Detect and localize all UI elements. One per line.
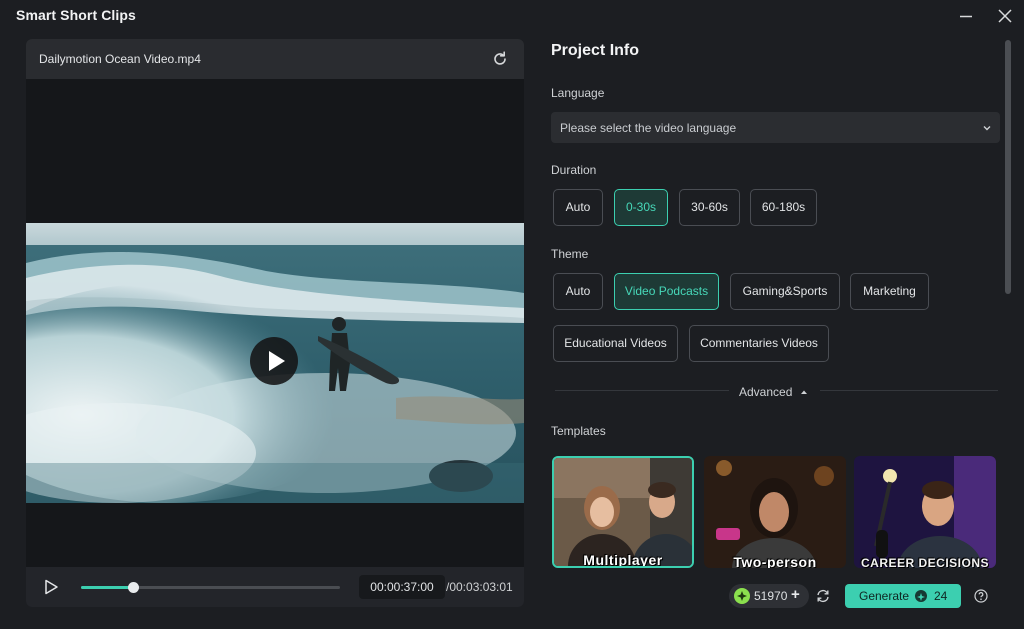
caret-up-icon[interactable] (800, 389, 808, 395)
language-select[interactable]: Please select the video language (551, 112, 1000, 143)
template-card-career-decisions[interactable]: CAREER DECISIONS (854, 456, 996, 568)
template-card-multiplayer[interactable]: Multiplayer (552, 456, 694, 568)
templates-label: Templates (551, 424, 606, 438)
file-name: Dailymotion Ocean Video.mp4 (39, 52, 201, 66)
advanced-toggle[interactable]: Advanced (739, 385, 792, 399)
duration-label: Duration (551, 163, 597, 177)
credit-coin-icon (915, 590, 927, 602)
current-time-field[interactable]: 00:00:37:00 (359, 575, 445, 599)
divider (555, 390, 729, 391)
template-thumbnail (704, 456, 846, 568)
scrollbar[interactable] (1005, 40, 1011, 294)
generate-label: Generate (859, 589, 910, 603)
duration-option-60-180s[interactable]: 60-180s (750, 189, 817, 226)
credit-coin-icon (734, 588, 750, 604)
title-bar: Smart Short Clips (0, 0, 1024, 32)
template-caption: Multiplayer (583, 552, 663, 568)
add-credits-icon[interactable]: + (791, 586, 800, 603)
divider (820, 390, 998, 391)
theme-option-marketing[interactable]: Marketing (850, 273, 929, 310)
play-icon[interactable] (42, 578, 60, 596)
total-time: /00:03:03:01 (446, 580, 513, 594)
refresh-icon[interactable] (815, 588, 831, 604)
minimize-icon[interactable] (954, 4, 978, 28)
theme-option-educational-videos[interactable]: Educational Videos (553, 325, 678, 362)
template-caption: Two-person (733, 554, 817, 568)
reset-icon[interactable] (490, 49, 510, 69)
section-title: Project Info (551, 42, 640, 59)
video-player: Dailymotion Ocean Video.mp4 00:00:37:00 … (26, 39, 524, 607)
credits-balance[interactable]: 51970 + (729, 584, 809, 608)
duration-option-auto[interactable]: Auto (553, 189, 603, 226)
template-caption: CAREER DECISIONS (860, 556, 990, 568)
generate-button[interactable]: Generate 24 (845, 584, 961, 608)
theme-option-video-podcasts[interactable]: Video Podcasts (614, 273, 719, 310)
credit-count: 51970 (754, 589, 788, 603)
generate-cost: 24 (934, 589, 948, 603)
timeline-handle[interactable] (127, 582, 139, 593)
theme-option-auto[interactable]: Auto (553, 273, 603, 310)
theme-option-commentaries-videos[interactable]: Commentaries Videos (689, 325, 829, 362)
player-header: Dailymotion Ocean Video.mp4 (26, 39, 524, 79)
play-overlay-button[interactable] (250, 337, 298, 385)
timeline-progress (81, 586, 133, 589)
close-icon[interactable] (993, 4, 1017, 28)
language-label: Language (551, 86, 605, 100)
template-thumbnail (854, 456, 996, 568)
theme-option-gaming-sports[interactable]: Gaming&Sports (730, 273, 840, 310)
chevron-down-icon (983, 126, 991, 131)
duration-option-0-30s[interactable]: 0-30s (614, 189, 668, 226)
theme-label: Theme (551, 247, 589, 261)
language-select-value: Please select the video language (560, 121, 737, 135)
app-title: Smart Short Clips (16, 7, 136, 23)
duration-option-30-60s[interactable]: 30-60s (679, 189, 740, 226)
template-card-two-person[interactable]: Two-person (704, 456, 846, 568)
video-area (26, 79, 524, 567)
player-controls: 00:00:37:00 /00:03:03:01 (26, 567, 524, 607)
help-icon[interactable] (974, 589, 988, 603)
timeline-slider[interactable] (81, 582, 340, 593)
